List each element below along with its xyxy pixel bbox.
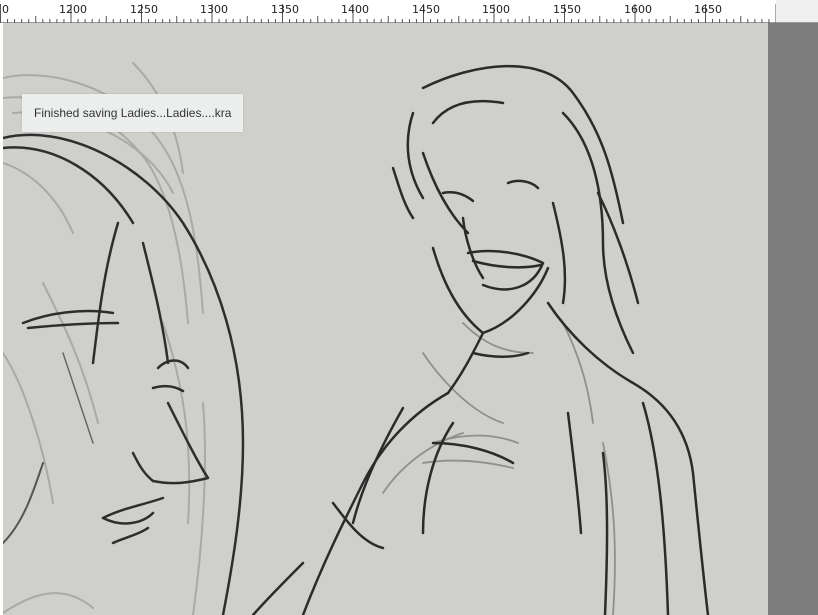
ruler-ticks (0, 4, 777, 23)
ruler-label: 1500 (482, 3, 510, 16)
horizontal-ruler[interactable]: 0 1200 1250 1300 1350 1400 1450 1500 155… (0, 0, 777, 23)
ruler-label-origin: 0 (2, 3, 9, 16)
right-figure-construction-lines (382, 322, 616, 615)
ruler-corner (776, 0, 818, 23)
ruler-label: 1400 (341, 3, 369, 16)
ruler-label: 1200 (59, 3, 87, 16)
ruler-label: 1650 (694, 3, 722, 16)
ruler-label: 1350 (271, 3, 299, 16)
ruler-label: 1600 (624, 3, 652, 16)
canvas-side-gutter (768, 23, 818, 615)
ruler-label: 1300 (200, 3, 228, 16)
left-figure-construction-lines (3, 62, 206, 615)
save-notification-text: Finished saving Ladies...Ladies....kra (34, 106, 232, 120)
left-figure-lines (3, 133, 245, 615)
right-figure-lines (251, 64, 710, 615)
ruler-label: 1450 (412, 3, 440, 16)
ruler-label: 1550 (553, 3, 581, 16)
ruler-label: 1250 (130, 3, 158, 16)
save-notification: Finished saving Ladies...Ladies....kra (22, 94, 244, 132)
